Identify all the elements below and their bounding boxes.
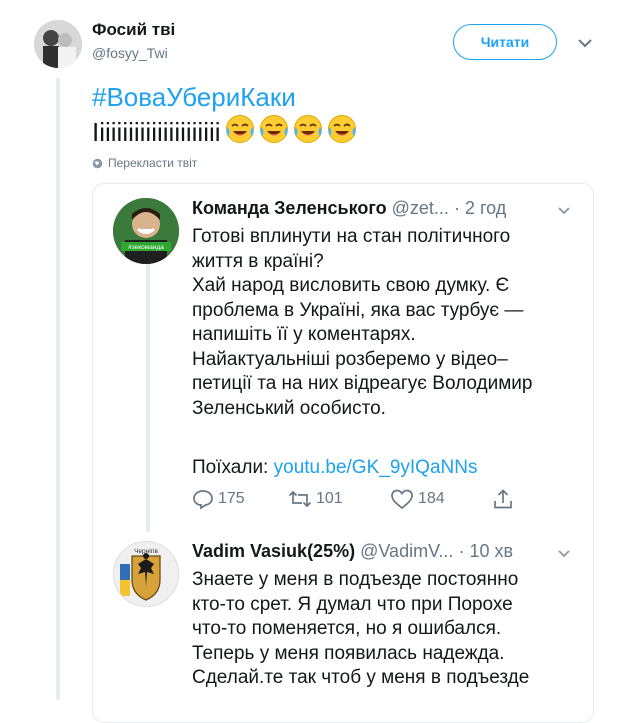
retweet-button[interactable]: 101 <box>288 488 343 510</box>
tweet-body: Іііііііііііііііііііііі <box>92 114 357 151</box>
text-line: Зеленський особисто. <box>192 397 386 419</box>
face-with-tears-of-joy-icon <box>259 115 288 143</box>
tweet-text: Іііііііііііііііііііііі <box>92 117 221 147</box>
heart-icon <box>391 489 413 510</box>
chevron-down-icon[interactable] <box>576 34 594 52</box>
quoted-author-name[interactable]: Команда Зеленського <box>192 198 387 218</box>
quoted-thread-line <box>146 262 150 532</box>
text-line: Готові вплинути на стан політичного <box>192 226 511 247</box>
quoted-cta-1: Поїхали: youtu.be/GK_9yIQaNNs <box>192 456 572 481</box>
youtube-link[interactable]: youtu.be/GK_9yIQaNNs <box>274 457 478 478</box>
face-with-tears-of-joy-icon <box>225 115 254 143</box>
quoted-author-handle[interactable]: @zet... <box>392 198 449 218</box>
like-button[interactable]: 184 <box>390 488 445 510</box>
quoted-text-1: Готові вплинути на стан політичного житт… <box>192 225 572 421</box>
text-line: что-то поменяется, но я ошибался. <box>192 618 502 639</box>
text-line: петиції та на них відреагує Володимир <box>192 373 533 394</box>
quoted-author-name[interactable]: Vadim Vasiuk(25%) <box>192 541 355 561</box>
text-line: проблема в Україні, яка вас турбує — <box>192 299 524 321</box>
text-line: життя в країні? <box>192 250 324 272</box>
quoted-avatar-1[interactable]: #зекоманда <box>113 198 179 264</box>
reply-icon <box>193 490 213 510</box>
follow-button[interactable]: Читати <box>453 24 557 60</box>
author-handle[interactable]: @fosyy_Twi <box>92 45 168 61</box>
quoted-timestamp[interactable]: · 10 хв <box>458 541 513 561</box>
text-line: Хай народ висловить свою думку. Є <box>192 275 510 296</box>
text-line: Теперь у меня появилась надежда. <box>192 642 505 664</box>
quoted-header-2: Vadim Vasiuk(25%) @VadimV... · 10 хв <box>192 541 513 562</box>
translate-tweet-link[interactable]: Перекласти твіт <box>92 156 197 170</box>
chevron-down-icon[interactable] <box>556 545 572 561</box>
quoted-timestamp[interactable]: · 2 год <box>454 198 506 218</box>
quoted-author-handle[interactable]: @VadimV... <box>360 541 453 561</box>
quoted-header-1: Команда Зеленського @zet... · 2 год <box>192 198 506 219</box>
text-line: Сделай.те так чтоб у меня в подъезде <box>192 667 530 688</box>
reply-count: 175 <box>218 490 245 507</box>
emoji-row <box>221 114 357 151</box>
author-name[interactable]: Фосий тві <box>92 20 175 40</box>
globe-icon <box>92 158 103 168</box>
share-icon <box>494 489 512 509</box>
quoted-actions-1: 175 101 184 <box>192 488 522 514</box>
share-button[interactable] <box>492 488 514 510</box>
chevron-down-icon[interactable] <box>556 202 572 218</box>
text-line: кто-то срет. Я думал что при Порохе <box>192 593 513 615</box>
quoted-text-2: Знаете у меня в подъезде постоянно кто-т… <box>192 568 572 691</box>
avatar-badge-text: #зекоманда <box>128 244 164 251</box>
thread-line <box>56 78 60 700</box>
reply-button[interactable]: 175 <box>192 488 245 510</box>
retweet-icon <box>288 490 312 508</box>
text-line: напишіть її у коментарях. <box>192 324 416 345</box>
author-avatar[interactable] <box>34 20 82 68</box>
hashtag-link[interactable]: #ВоваУбериКаки <box>92 82 296 113</box>
face-with-tears-of-joy-icon <box>293 115 322 143</box>
translate-label: Перекласти твіт <box>108 156 198 170</box>
cta-prefix: Поїхали: <box>192 457 274 478</box>
face-with-tears-of-joy-icon <box>327 115 356 143</box>
text-line: Найактуальніші розберемо у відео– <box>192 348 508 370</box>
quoted-avatar-2[interactable]: Чернігів <box>113 541 179 607</box>
like-count: 184 <box>418 490 445 507</box>
retweet-count: 101 <box>316 490 343 507</box>
text-line: Знаете у меня в подъезде постоянно <box>192 569 519 590</box>
